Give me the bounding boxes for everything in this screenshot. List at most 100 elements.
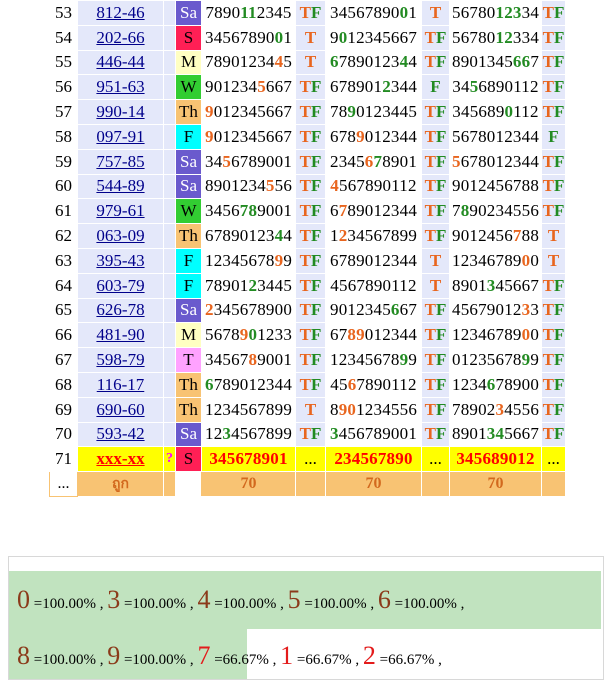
draw-code-link[interactable]: 990-14 xyxy=(96,102,144,121)
draw-code: 481-90 xyxy=(77,322,164,349)
stats-line-2: 8 =100.00% , 9 =100.00% , 7 =66.67% , 1 … xyxy=(17,641,442,671)
result-3: F xyxy=(541,123,566,150)
row-number: 70 xyxy=(49,421,78,448)
result-1: T xyxy=(295,396,326,423)
mark-cell xyxy=(163,99,176,125)
mark-cell xyxy=(163,49,176,76)
draw-code-link[interactable]: 116-17 xyxy=(97,375,145,394)
result-1: TF xyxy=(295,223,326,249)
draw-code: 544-89 xyxy=(77,173,164,200)
result-3: TF xyxy=(541,148,566,175)
row-number: 58 xyxy=(49,123,78,150)
result-2: TF xyxy=(421,148,450,175)
draw-code-link[interactable]: 202-66 xyxy=(96,28,144,47)
sequence-3: 3456890112 xyxy=(449,74,542,101)
row-number: 63 xyxy=(49,247,78,274)
sequence-2: 1234567899 xyxy=(325,347,422,373)
mark-cell xyxy=(163,371,176,398)
sequence-3: 0123567899 xyxy=(449,347,542,373)
draw-code-link[interactable]: 690-60 xyxy=(96,400,144,419)
sequence-3: 5678012334 xyxy=(449,0,542,26)
stat-digit: 4 xyxy=(197,585,211,614)
draw-code-link[interactable]: 598-79 xyxy=(96,350,144,369)
table-row: 68 116-17 Th 6789012344 TF 4567890112 TF 123467… xyxy=(49,371,566,398)
result-1: TF xyxy=(295,173,326,200)
day-badge: W xyxy=(175,74,202,101)
result-2: TF xyxy=(421,421,450,448)
sequence-1: 9012345667 xyxy=(201,99,296,125)
draw-code-link[interactable]: 544-89 xyxy=(96,176,144,195)
row-number: 65 xyxy=(49,297,78,324)
draw-code-link[interactable]: 446-44 xyxy=(96,52,144,71)
sequence-3: 3456890112 xyxy=(449,99,542,125)
draw-code: 951-63 xyxy=(77,74,164,101)
sequence-1: 1234567899 xyxy=(201,247,296,274)
draw-code-link[interactable]: 979-61 xyxy=(96,201,144,220)
row-number: 55 xyxy=(49,49,78,76)
draw-code: 598-79 xyxy=(77,347,164,373)
result-2: F xyxy=(421,74,450,101)
mark-cell xyxy=(163,421,176,448)
stat-digit: 9 xyxy=(107,641,121,670)
total-blank-day xyxy=(175,471,202,497)
mark-cell xyxy=(163,24,176,51)
row-number: 66 xyxy=(49,322,78,349)
day-badge: F xyxy=(175,272,202,299)
sequence-1: 1234567899 xyxy=(201,421,296,448)
stat-percent: =100.00% , xyxy=(390,596,465,612)
sequence-2: 7890123445 xyxy=(325,99,422,125)
draw-code-link[interactable]: 812-46 xyxy=(96,3,144,22)
result-2: TF xyxy=(421,223,450,249)
draw-code-link[interactable]: 395-43 xyxy=(96,251,144,270)
sequence-2: 6789012344 xyxy=(325,49,422,76)
draw-code-link[interactable]: 063-09 xyxy=(96,226,144,245)
mark-cell xyxy=(163,173,176,200)
sequence-3: 9012456788 xyxy=(449,223,542,249)
result-2: ... xyxy=(421,446,450,473)
table-row: 57 990-14 Th 9012345667 TF 7890123445 TF 345689… xyxy=(49,99,566,125)
stat-percent: =100.00% , xyxy=(120,596,198,612)
day-badge: M xyxy=(175,49,202,76)
row-number: 68 xyxy=(49,371,78,398)
draw-code-link[interactable]: 626-78 xyxy=(96,300,144,319)
table-row: 63 395-43 F 1234567899 TF 6789012344 T 12346789… xyxy=(49,247,566,274)
result-2: TF xyxy=(421,347,450,373)
result-3: TF xyxy=(541,74,566,101)
draw-code: 979-61 xyxy=(77,198,164,225)
result-2: TF xyxy=(421,198,450,225)
result-2: T xyxy=(421,247,450,274)
draw-code-link[interactable]: 951-63 xyxy=(96,77,144,96)
day-badge: T xyxy=(175,347,202,373)
mark-cell xyxy=(163,148,176,175)
draw-code-link[interactable]: 481-90 xyxy=(96,325,144,344)
sequence-3: 5678012344 xyxy=(449,148,542,175)
result-3: TF xyxy=(541,371,566,398)
mark-cell xyxy=(163,322,176,349)
row-number: 61 xyxy=(49,198,78,225)
result-1: TF xyxy=(295,272,326,299)
draw-code-link[interactable]: 757-85 xyxy=(96,152,144,171)
sequence-2: 4567890112 xyxy=(325,272,422,299)
total-count-3: 70 xyxy=(449,471,542,497)
mark-cell xyxy=(163,0,176,26)
sequence-3: 9012456788 xyxy=(449,173,542,200)
day-badge: S xyxy=(175,446,202,473)
stat-digit: 5 xyxy=(287,585,301,614)
result-1: T xyxy=(295,49,326,76)
draw-code-link[interactable]: 593-42 xyxy=(96,424,144,443)
sequence-1: 9012345667 xyxy=(201,74,296,101)
day-badge: Sa xyxy=(175,0,202,26)
sequence-2: 9012345667 xyxy=(325,24,422,51)
draw-code-link[interactable]: 097-91 xyxy=(96,127,144,146)
stat-percent: =100.00% , xyxy=(30,596,108,612)
result-3: TF xyxy=(541,272,566,299)
sequence-1: 5678901233 xyxy=(201,322,296,349)
pending-row: 71 xxx-xx? S 345678901... 234567890... 345689… xyxy=(49,446,566,473)
mark-cell xyxy=(163,123,176,150)
draw-code-link[interactable]: xxx-xx xyxy=(96,449,144,468)
row-number: 62 xyxy=(49,223,78,249)
sequence-2: 4567890112 xyxy=(325,371,422,398)
stat-percent: =100.00% , xyxy=(300,596,378,612)
draw-code: 690-60 xyxy=(77,396,164,423)
draw-code-link[interactable]: 603-79 xyxy=(96,276,144,295)
